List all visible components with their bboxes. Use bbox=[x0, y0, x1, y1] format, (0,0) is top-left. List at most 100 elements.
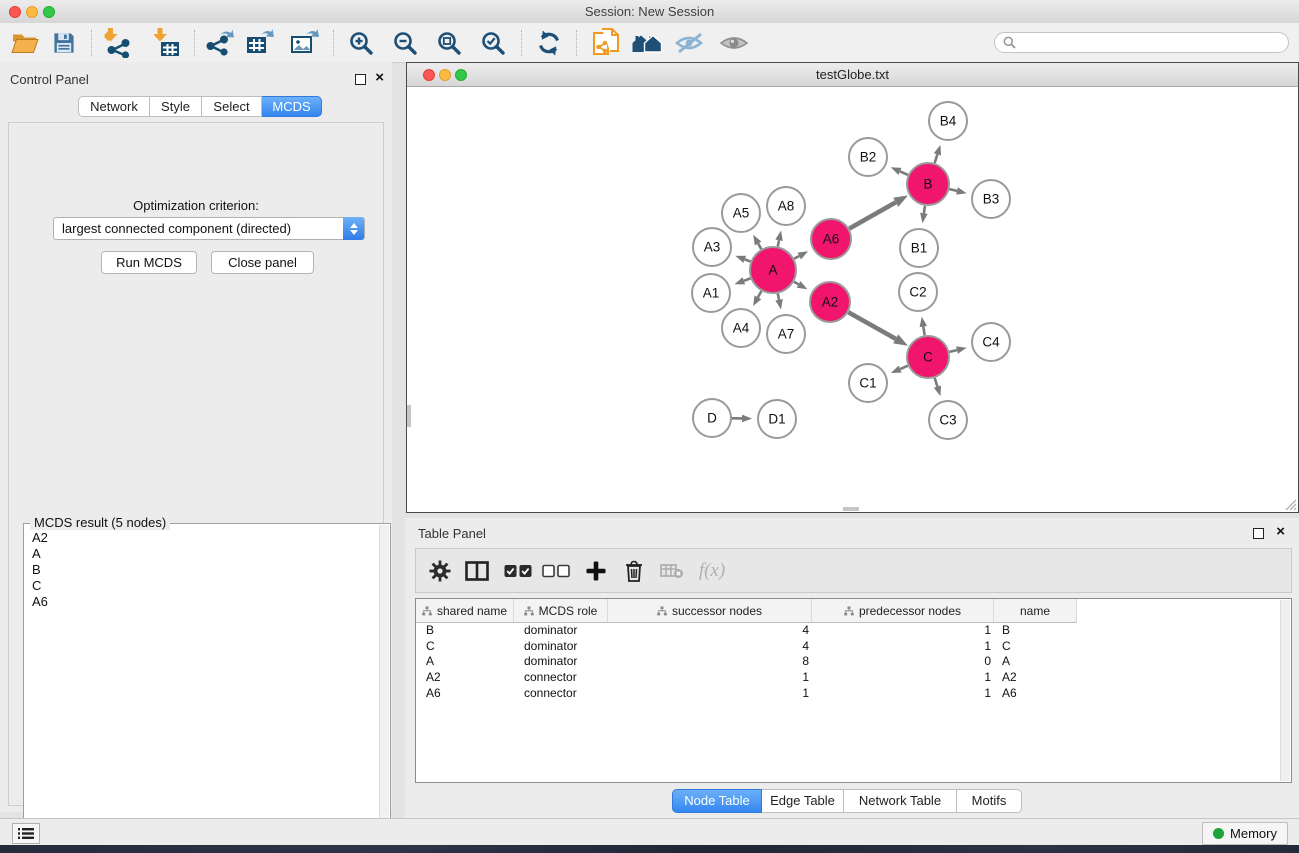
select-all-icon[interactable] bbox=[504, 564, 532, 577]
float-panel-icon[interactable] bbox=[355, 74, 366, 85]
table-cell[interactable]: A bbox=[994, 654, 1077, 670]
search-field[interactable] bbox=[994, 32, 1289, 53]
column-header-shared-name[interactable]: shared name bbox=[416, 599, 514, 623]
hide-details-icon[interactable] bbox=[674, 31, 706, 55]
table-cell[interactable]: dominator bbox=[514, 654, 608, 670]
criterion-select[interactable]: largest connected component (directed) bbox=[53, 217, 365, 240]
graph-edge-A6-B[interactable] bbox=[849, 202, 896, 228]
graph-edge-B-B1[interactable] bbox=[924, 206, 925, 214]
open-file-icon[interactable] bbox=[11, 31, 39, 54]
network-canvas[interactable]: AA1A3A5A8A4A7A6A2BB2B4B3B1CC2C4C1C3DD1 bbox=[407, 87, 1298, 512]
column-header-predecessor-nodes[interactable]: predecessor nodes bbox=[812, 599, 994, 623]
run-mcds-button[interactable]: Run MCDS bbox=[101, 251, 197, 274]
import-network-icon[interactable] bbox=[105, 28, 132, 58]
export-network-icon[interactable] bbox=[206, 29, 234, 57]
table-cell[interactable]: B bbox=[994, 623, 1077, 639]
graph-edge-C-C2[interactable] bbox=[923, 327, 924, 336]
float-table-panel-icon[interactable] bbox=[1253, 528, 1264, 539]
graph-edge-B-B3[interactable] bbox=[949, 189, 957, 191]
graph-edge-C-C1[interactable] bbox=[900, 366, 908, 369]
graph-edge-A-A8[interactable] bbox=[778, 240, 779, 246]
zoom-fit-icon[interactable] bbox=[436, 30, 462, 56]
close-panel-icon[interactable]: × bbox=[375, 72, 384, 84]
mcds-result-item[interactable]: A6 bbox=[25, 594, 380, 610]
zoom-in-icon[interactable] bbox=[348, 30, 374, 56]
tab-edge-table[interactable]: Edge Table bbox=[762, 789, 844, 813]
table-cell[interactable]: 0 bbox=[812, 654, 994, 670]
tab-select[interactable]: Select bbox=[202, 96, 262, 117]
graph-edge-A-A3[interactable] bbox=[745, 259, 751, 261]
table-cell[interactable]: 8 bbox=[608, 654, 812, 670]
result-scrollbar[interactable] bbox=[379, 525, 389, 853]
graph-edge-A2-C[interactable] bbox=[848, 312, 895, 339]
tab-network[interactable]: Network bbox=[78, 96, 150, 117]
mcds-result-item[interactable]: A2 bbox=[25, 530, 380, 546]
table-cell[interactable]: connector bbox=[514, 686, 608, 702]
mcds-result-item[interactable]: A bbox=[25, 546, 380, 562]
mcds-result-item[interactable]: C bbox=[25, 578, 380, 594]
table-cell[interactable]: A bbox=[416, 654, 514, 670]
table-row[interactable]: A2connector11A2 bbox=[416, 670, 1291, 686]
table-cell[interactable]: C bbox=[416, 639, 514, 655]
table-row[interactable]: Adominator80A bbox=[416, 654, 1291, 670]
table-cell[interactable]: 4 bbox=[608, 623, 812, 639]
tab-style[interactable]: Style bbox=[150, 96, 202, 117]
tab-motifs[interactable]: Motifs bbox=[957, 789, 1022, 813]
table-cell[interactable]: 1 bbox=[608, 670, 812, 686]
table-cell[interactable]: dominator bbox=[514, 623, 608, 639]
export-image-icon[interactable] bbox=[290, 29, 320, 57]
table-cell[interactable]: 1 bbox=[812, 639, 994, 655]
network-file-icon[interactable] bbox=[592, 28, 620, 58]
table-row[interactable]: Bdominator41B bbox=[416, 623, 1291, 639]
tab-network-table[interactable]: Network Table bbox=[844, 789, 957, 813]
task-history-button[interactable] bbox=[12, 823, 40, 844]
refresh-layout-icon[interactable] bbox=[536, 30, 562, 56]
graph-edge-A-A6[interactable] bbox=[794, 256, 799, 259]
table-cell[interactable]: 1 bbox=[608, 686, 812, 702]
home-networks-icon[interactable] bbox=[631, 31, 664, 55]
save-session-icon[interactable] bbox=[53, 31, 76, 54]
node-table[interactable]: shared nameMCDS rolesuccessor nodesprede… bbox=[415, 598, 1292, 783]
tab-mcds[interactable]: MCDS bbox=[262, 96, 322, 117]
table-cell[interactable]: 1 bbox=[812, 670, 994, 686]
table-scrollbar[interactable] bbox=[1280, 600, 1290, 781]
table-cell[interactable]: A2 bbox=[994, 670, 1077, 686]
table-cell[interactable]: 4 bbox=[608, 639, 812, 655]
import-table-icon[interactable] bbox=[154, 28, 180, 58]
table-row[interactable]: Cdominator41C bbox=[416, 639, 1291, 655]
deselect-all-icon[interactable] bbox=[542, 564, 570, 577]
zoom-selected-icon[interactable] bbox=[480, 30, 506, 56]
graph-edge-A-A2[interactable] bbox=[794, 282, 799, 285]
table-row[interactable]: A6connector11A6 bbox=[416, 686, 1291, 702]
tab-node-table[interactable]: Node Table bbox=[672, 789, 762, 813]
resize-grip-icon[interactable] bbox=[1283, 497, 1297, 511]
close-panel-button[interactable]: Close panel bbox=[211, 251, 314, 274]
zoom-out-icon[interactable] bbox=[392, 30, 418, 56]
show-details-icon[interactable] bbox=[719, 32, 749, 54]
column-header-MCDS-role[interactable]: MCDS role bbox=[514, 599, 608, 623]
export-table-icon[interactable] bbox=[245, 29, 275, 57]
graph-edge-A-A1[interactable] bbox=[744, 278, 751, 280]
table-cell[interactable]: 1 bbox=[812, 686, 994, 702]
table-cell[interactable]: connector bbox=[514, 670, 608, 686]
search-input[interactable] bbox=[1021, 35, 1275, 51]
table-cell[interactable]: C bbox=[994, 639, 1077, 655]
close-table-panel-icon[interactable]: × bbox=[1276, 526, 1285, 538]
graph-edge-B-B4[interactable] bbox=[935, 154, 938, 163]
table-cell[interactable]: B bbox=[416, 623, 514, 639]
table-mode-gear-icon[interactable] bbox=[429, 560, 451, 582]
column-header-name[interactable]: name bbox=[994, 599, 1077, 623]
graph-edge-A-A5[interactable] bbox=[758, 244, 761, 250]
canvas-vscroll-nub[interactable] bbox=[407, 405, 411, 427]
table-cell[interactable]: A2 bbox=[416, 670, 514, 686]
graph-edge-A-A7[interactable] bbox=[778, 294, 779, 300]
graph-edge-C-C3[interactable] bbox=[935, 378, 938, 387]
column-pane-icon[interactable] bbox=[465, 561, 489, 581]
table-cell[interactable]: dominator bbox=[514, 639, 608, 655]
canvas-hscroll-nub[interactable] bbox=[843, 507, 859, 511]
add-column-icon[interactable] bbox=[586, 560, 607, 581]
mcds-result-item[interactable]: B bbox=[25, 562, 380, 578]
graph-edge-C-C4[interactable] bbox=[949, 350, 957, 352]
table-cell[interactable]: A6 bbox=[416, 686, 514, 702]
table-cell[interactable]: 1 bbox=[812, 623, 994, 639]
